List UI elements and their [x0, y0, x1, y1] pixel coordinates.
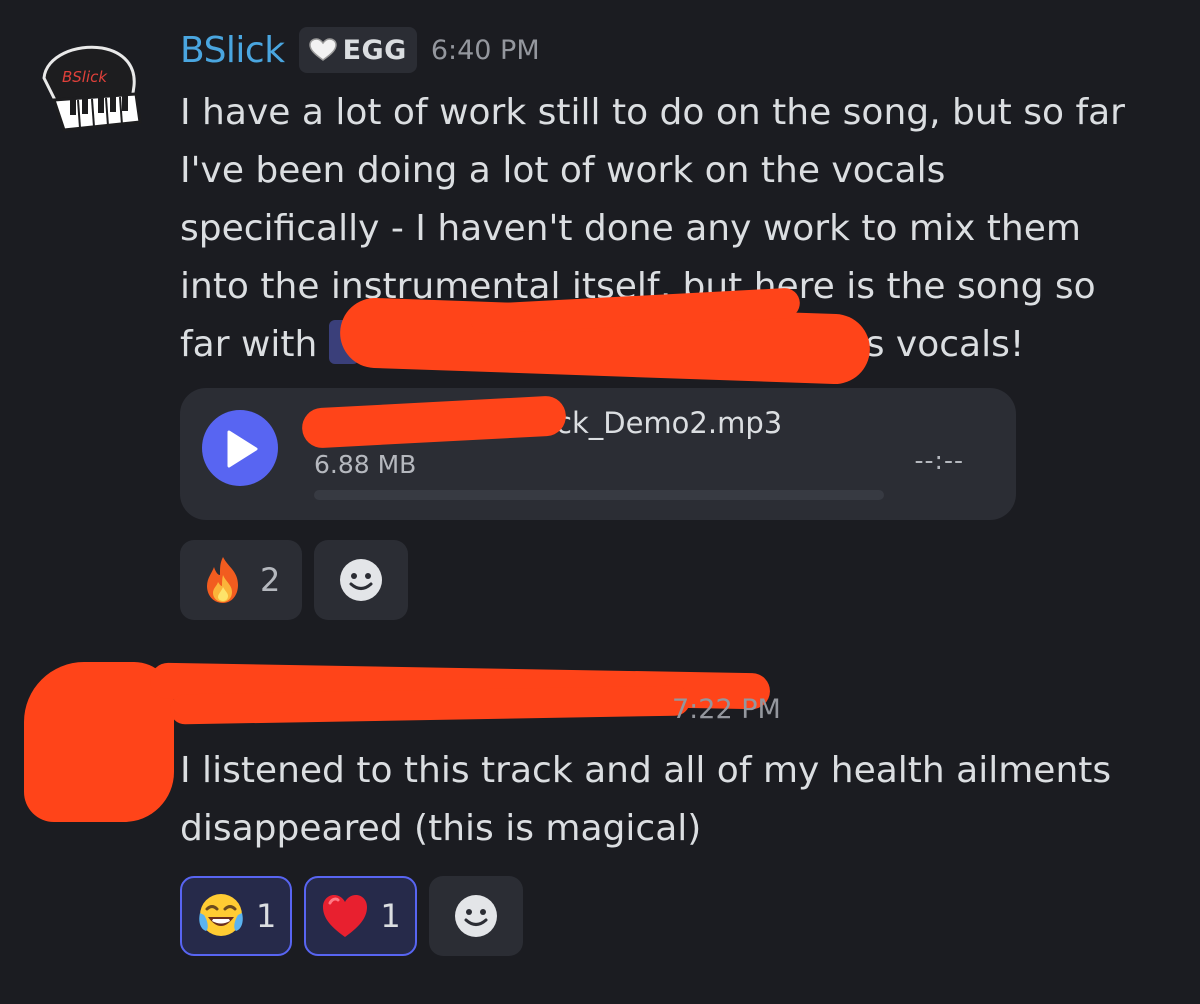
fire-emoji-icon — [207, 557, 238, 603]
message-line: I've been doing a lot of work on the voc… — [180, 150, 946, 191]
play-button[interactable] — [202, 410, 278, 486]
reaction-count: 2 — [260, 561, 281, 599]
message-header: BSlick EGG 6:40 PM — [180, 26, 540, 74]
filename-visible-part: ck_Demo2.mp3 — [556, 406, 783, 440]
server-tag-label: EGG — [342, 34, 407, 66]
server-tag[interactable]: EGG — [298, 27, 417, 73]
add-reaction-button[interactable] — [428, 876, 523, 956]
red-heart-emoji-icon — [323, 895, 368, 937]
chat-screen: BSlick BSlick EGG 6:40 PM I have a lot o… — [0, 0, 1200, 1004]
attachment-filesize: 6.88 MB — [314, 450, 417, 479]
message-line: far with — [180, 324, 318, 365]
smiley-icon — [340, 559, 383, 601]
author-name[interactable]: BSlick — [180, 30, 285, 71]
message-line: I have a lot of work still to do on the … — [180, 92, 1125, 133]
play-icon — [227, 430, 258, 468]
reaction-count: 1 — [380, 897, 401, 935]
message-timestamp: 6:40 PM — [430, 34, 540, 66]
smiley-icon — [454, 895, 497, 937]
tears-of-joy-emoji-icon — [199, 894, 243, 936]
message-line-tail: s vocals! — [865, 324, 1025, 365]
avatar-brand-text: BSlick — [62, 68, 108, 86]
message-line: specifically - I haven't done any work t… — [180, 208, 1081, 249]
reaction-tears-of-joy[interactable]: 1 — [180, 876, 293, 956]
message-line: I listened to this track and all of my h… — [180, 750, 1112, 791]
message-line: disappeared (this is magical) — [180, 808, 702, 849]
avatar-cap-icon: BSlick — [42, 45, 142, 132]
heart-badge-icon — [308, 38, 337, 61]
reaction-count: 1 — [256, 897, 277, 935]
audio-duration: --:-- — [914, 446, 964, 475]
add-reaction-button[interactable] — [314, 540, 409, 620]
reaction-bar: 2 — [180, 540, 409, 620]
reaction-fire[interactable]: 2 — [180, 540, 303, 620]
message-body: I listened to this track and all of my h… — [180, 742, 1180, 858]
audio-attachment: ck_Demo2.mp3 6.88 MB --:-- — [180, 388, 1016, 520]
audio-progress-bar[interactable] — [314, 490, 884, 500]
reaction-bar: 1 1 — [180, 876, 523, 956]
user-avatar[interactable]: BSlick — [36, 38, 148, 134]
message-timestamp: 7:22 PM — [672, 694, 781, 725]
reaction-red-heart[interactable]: 1 — [304, 876, 417, 956]
